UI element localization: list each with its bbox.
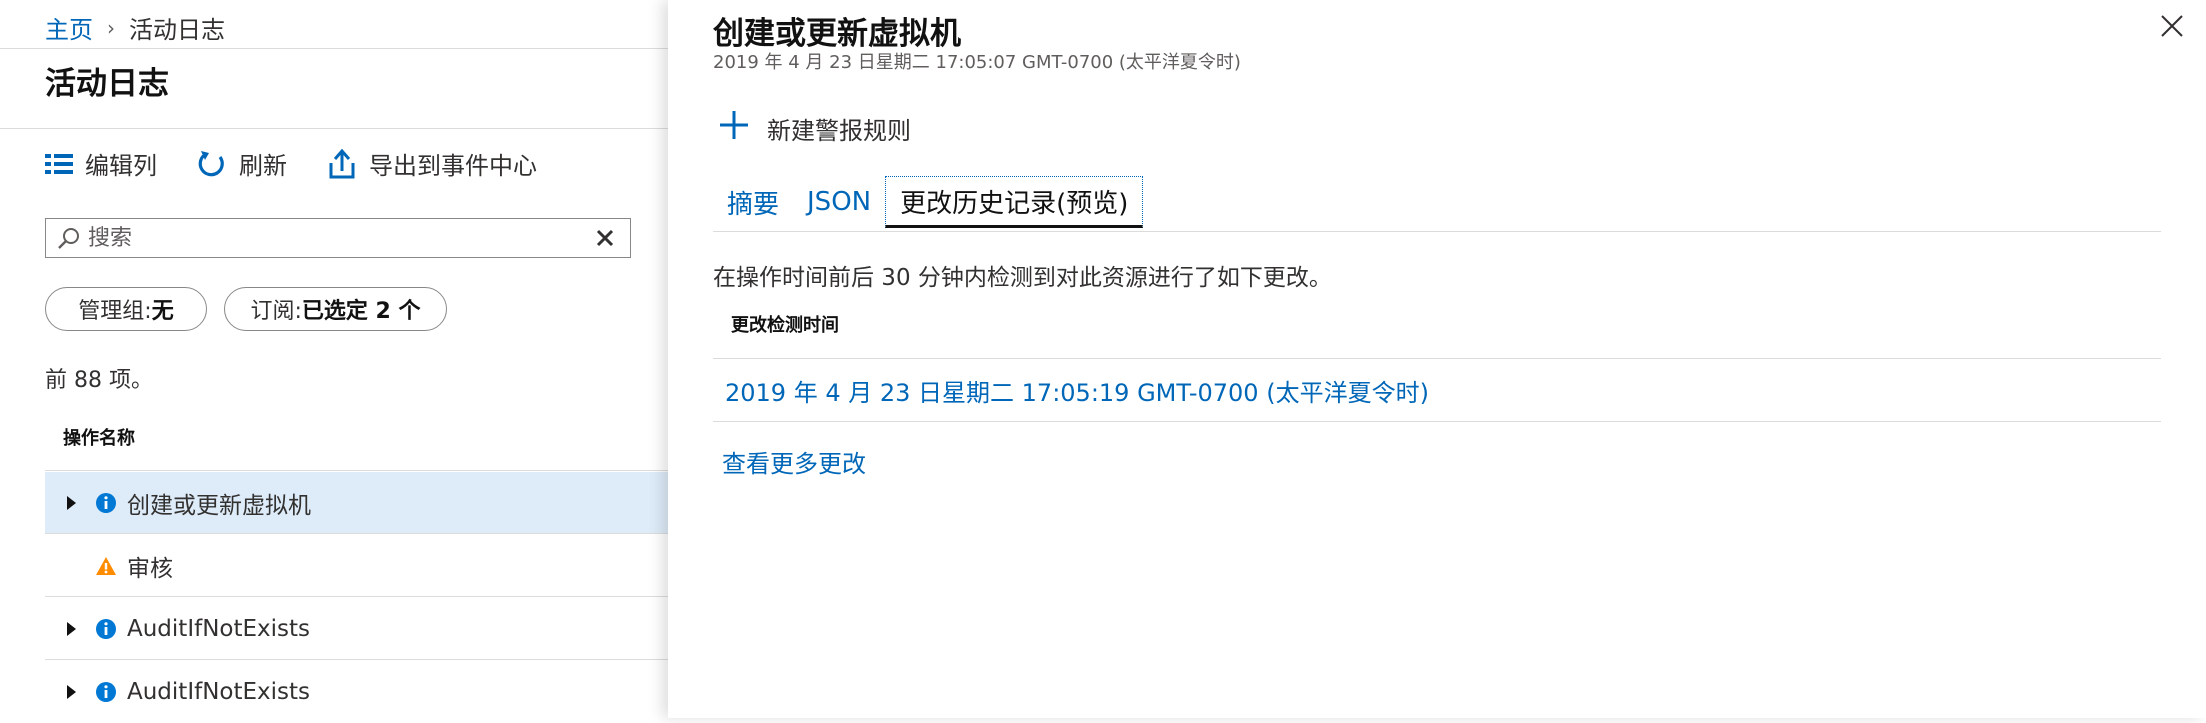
divider [45,470,668,471]
result-count: 前 88 项。 [45,368,153,393]
info-icon [95,681,117,703]
page-title: 活动日志 [45,66,169,102]
tab-summary[interactable]: 摘要 [713,176,793,228]
search-box [45,218,631,258]
subscription-filter-label: 订阅: [250,299,302,324]
expand-caret-icon[interactable] [65,684,79,700]
detail-tabs: 摘要 JSON 更改历史记录(预览) [713,176,1144,228]
change-description: 在操作时间前后 30 分钟内检测到对此资源进行了如下更改。 [713,265,1332,291]
toolbar: 编辑列 刷新 导出到事件中心 [45,146,537,181]
divider [0,48,668,49]
detail-title: 创建或更新虚拟机 [713,16,961,52]
export-icon [327,148,357,179]
info-icon [95,492,117,514]
search-input[interactable] [82,224,596,252]
search-icon [56,225,82,251]
row-operation-name: AuditIfNotExists [127,679,311,705]
new-alert-rule-label: 新建警报规则 [767,116,911,145]
refresh-label: 刷新 [239,152,287,180]
refresh-button[interactable]: 刷新 [197,146,287,181]
export-label: 导出到事件中心 [369,152,537,180]
column-header-operation-name[interactable]: 操作名称 [63,424,135,450]
management-group-filter[interactable]: 管理组: 无 [45,287,207,331]
subscription-filter[interactable]: 订阅: 已选定 2 个 [224,287,447,331]
breadcrumb: 主页 › 活动日志 [45,10,225,45]
management-group-filter-label: 管理组: [78,299,152,324]
management-group-filter-value: 无 [151,299,174,324]
divider [0,128,668,129]
table-row[interactable]: 审核 [45,535,668,597]
column-header-change-time: 更改检测时间 [731,315,839,336]
expand-caret-icon[interactable] [65,621,79,637]
table-row[interactable]: 创建或更新虚拟机 [45,472,668,534]
tab-divider [713,231,2161,232]
see-more-changes-link[interactable]: 查看更多更改 [722,444,866,479]
table-row[interactable]: AuditIfNotExists [45,661,668,723]
detail-blade: 创建或更新虚拟机 2019 年 4 月 23 日星期二 17:05:07 GMT… [668,0,2206,718]
info-icon [95,618,117,640]
warning-icon [95,556,117,576]
table-row[interactable]: AuditIfNotExists [45,598,668,660]
row-operation-name: 创建或更新虚拟机 [127,492,311,519]
row-operation-name: AuditIfNotExists [127,615,311,642]
activity-log-panel: 主页 › 活动日志 活动日志 编辑列 刷新 导出到事件中心 搜索 管理组: 无 … [0,0,668,718]
breadcrumb-separator: › [107,15,115,40]
expand-caret-icon[interactable] [65,495,79,511]
edit-columns-label: 编辑列 [85,152,157,180]
tab-change-history[interactable]: 更改历史记录(预览) [885,176,1144,228]
detail-timestamp: 2019 年 4 月 23 日星期二 17:05:07 GMT-0700 (太平… [713,52,1241,73]
plus-icon [719,110,749,146]
breadcrumb-current: 活动日志 [129,16,225,44]
close-button[interactable] [2160,14,2184,42]
tab-json[interactable]: JSON [793,176,885,228]
change-time-link[interactable]: 2019 年 4 月 23 日星期二 17:05:19 GMT-0700 (太平… [713,358,2161,422]
new-alert-rule-button[interactable]: 新建警报规则 [719,110,911,146]
close-icon [2160,15,2184,42]
clear-search-icon[interactable] [596,229,614,247]
edit-columns-button[interactable]: 编辑列 [45,146,157,181]
refresh-icon [197,149,227,179]
subscription-filter-value: 已选定 2 个 [301,299,421,324]
export-button[interactable]: 导出到事件中心 [327,146,537,181]
columns-icon [45,153,73,175]
breadcrumb-home-link[interactable]: 主页 [45,10,93,45]
row-operation-name: 审核 [127,555,173,582]
